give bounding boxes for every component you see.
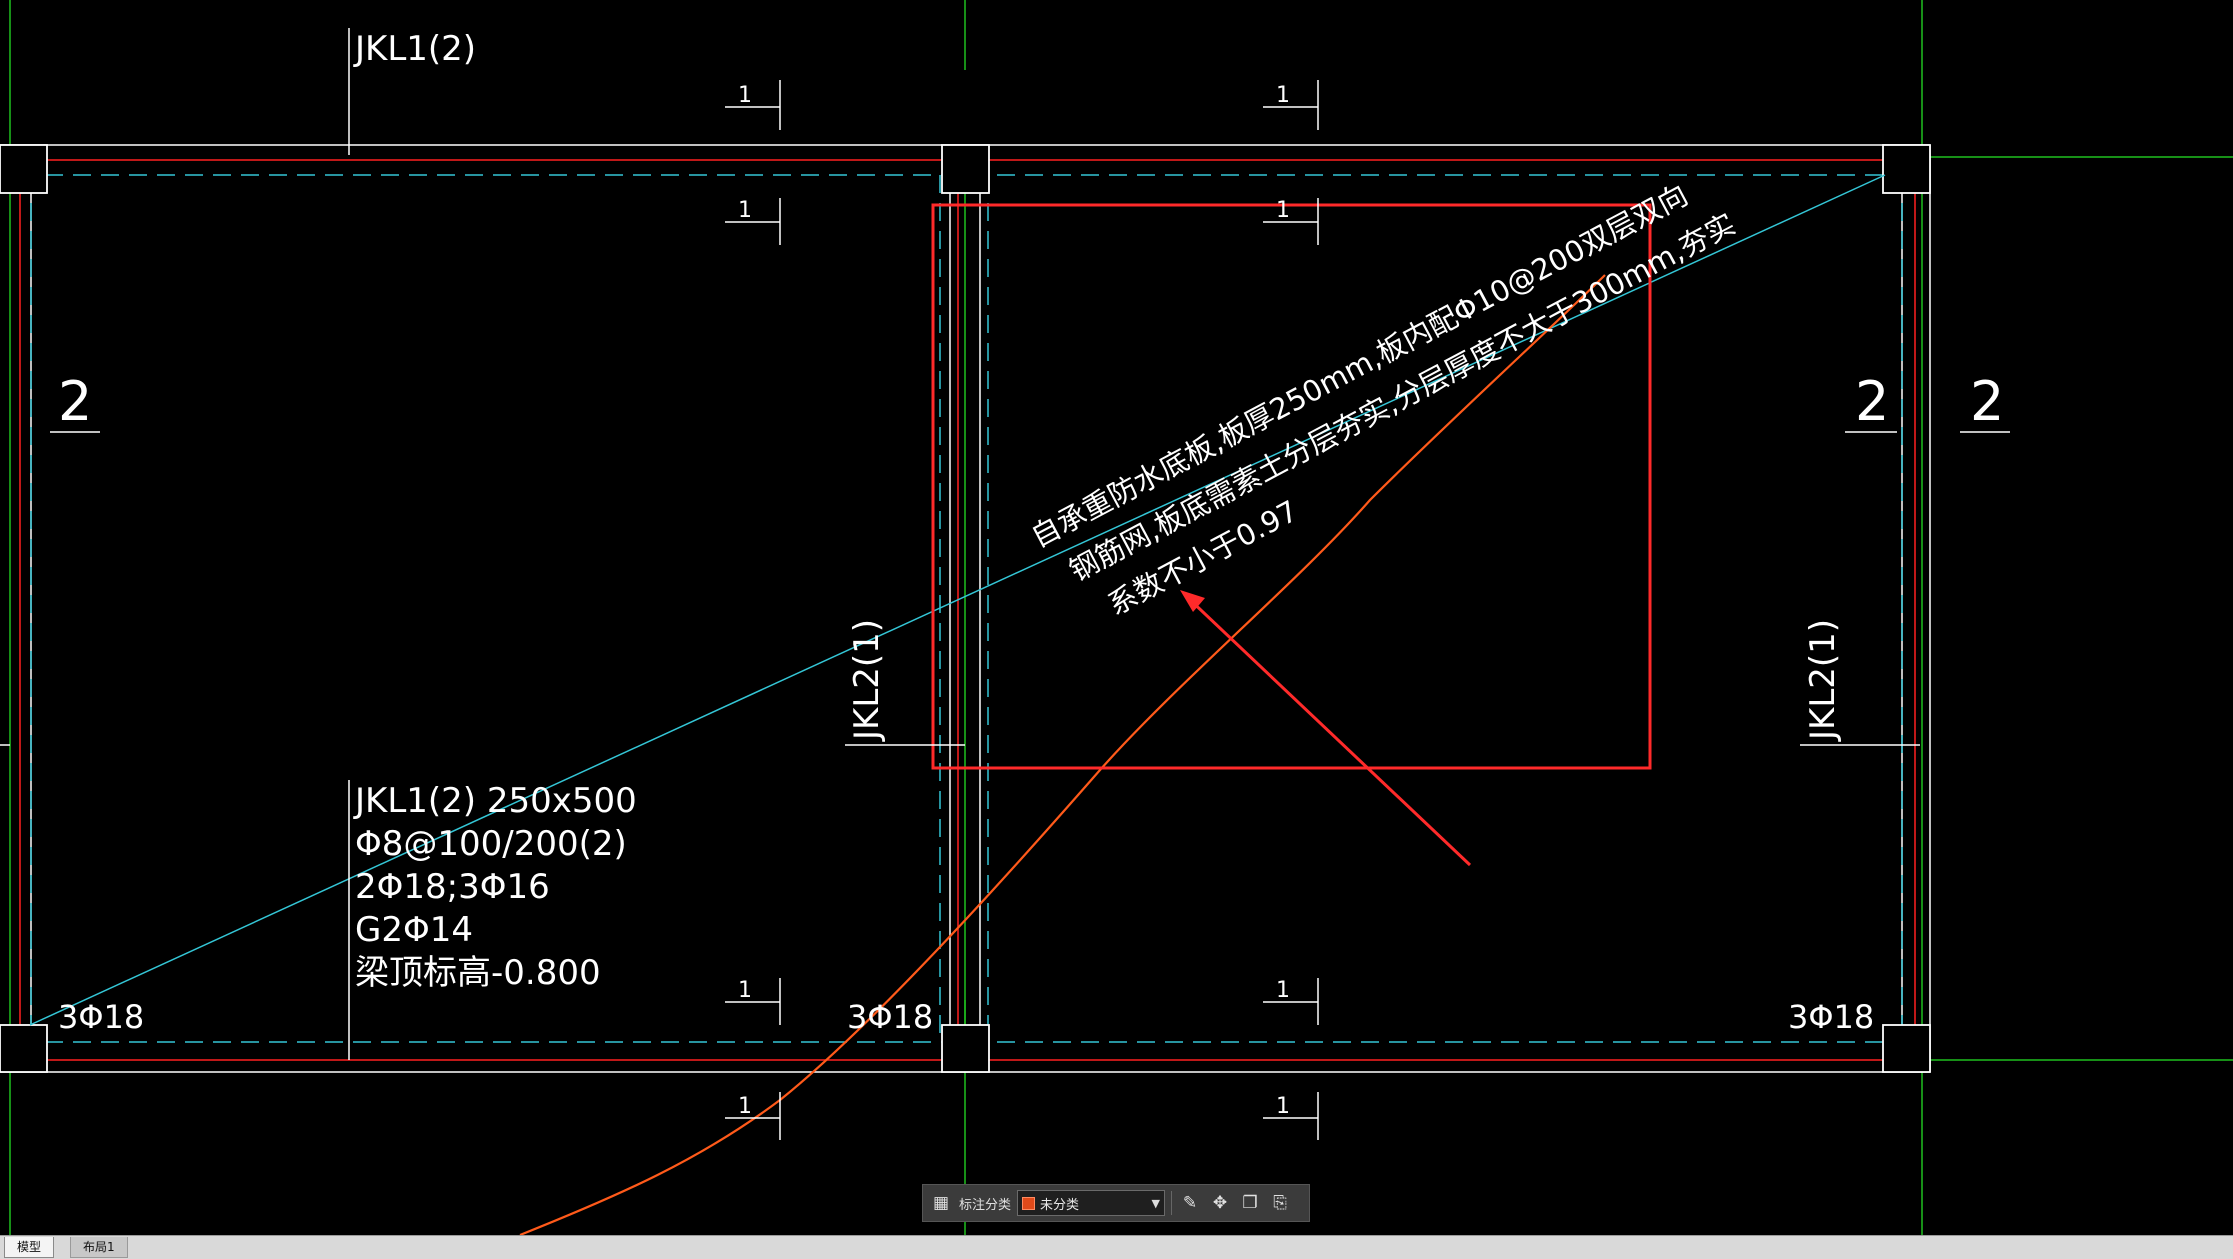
column-tr	[1882, 144, 1931, 194]
category-select[interactable]: 未分类 ▼	[1017, 1190, 1166, 1216]
beam-spec-line: 梁顶标高-0.800	[355, 953, 601, 993]
annotation-category-toolbar: ▦ 标注分类 未分类 ▼ ✎ ✥ ❐ ⎘	[922, 1184, 1310, 1222]
section-mark-label: 1	[738, 198, 752, 223]
beam-spec-line: G2Φ14	[355, 910, 473, 950]
edit-icon[interactable]: ✎	[1178, 1191, 1202, 1215]
section-mark-label: 1	[738, 83, 752, 108]
column-br	[1882, 1024, 1931, 1073]
beam-label-top: JKL1(2)	[353, 29, 476, 69]
category-label: 标注分类	[959, 1197, 1012, 1213]
move-icon[interactable]: ✥	[1208, 1191, 1232, 1215]
beam-label-mid-vertical: JKL2(1)	[847, 619, 887, 742]
beam-spec-line: Φ8@100/200(2)	[355, 824, 627, 864]
copy-icon[interactable]: ❐	[1238, 1191, 1262, 1215]
paste-icon[interactable]: ⎘	[1268, 1191, 1292, 1215]
toolbar-divider	[1171, 1191, 1173, 1215]
section-mark-label: 1	[1276, 83, 1290, 108]
rebar-label-bottom-mid: 3Φ18	[847, 998, 933, 1036]
axis-mark-right-outer: 2	[1970, 370, 2004, 433]
grid-icon[interactable]: ▦	[929, 1191, 953, 1215]
section-mark-label: 1	[738, 978, 752, 1003]
beam-label-right-vertical: JKL2(1)	[1803, 619, 1843, 742]
column-tm	[941, 144, 990, 194]
axis-mark-left: 2	[58, 370, 92, 433]
cad-drawing-canvas[interactable]: 1 1 1 1 1 1 1 1 2 2 2 JKL1(2) JKL2(1) JK…	[0, 0, 2233, 1235]
chevron-down-icon: ▼	[1151, 1196, 1161, 1210]
column-bm	[941, 1024, 990, 1073]
tab-model[interactable]: 模型	[4, 1237, 55, 1258]
category-color-swatch	[1022, 1196, 1036, 1210]
section-mark-label: 1	[1276, 198, 1290, 223]
column-bl	[0, 1024, 48, 1073]
section-mark-label: 1	[1276, 1094, 1290, 1119]
axis-mark-right-inner: 2	[1855, 370, 1889, 433]
column-tl	[0, 144, 48, 194]
section-mark-label: 1	[1276, 978, 1290, 1003]
category-value: 未分类	[1040, 1197, 1080, 1213]
beam-spec-line: JKL1(2) 250x500	[353, 781, 637, 821]
beam-spec-line: 2Φ18;3Φ16	[355, 867, 550, 907]
section-mark-label: 1	[738, 1094, 752, 1119]
layout-tab-bar: 模型 布局1	[0, 1235, 2233, 1259]
tab-layout1[interactable]: 布局1	[70, 1237, 128, 1258]
rebar-label-bottom-right: 3Φ18	[1788, 998, 1874, 1036]
rebar-label-bottom-left: 3Φ18	[58, 998, 144, 1036]
